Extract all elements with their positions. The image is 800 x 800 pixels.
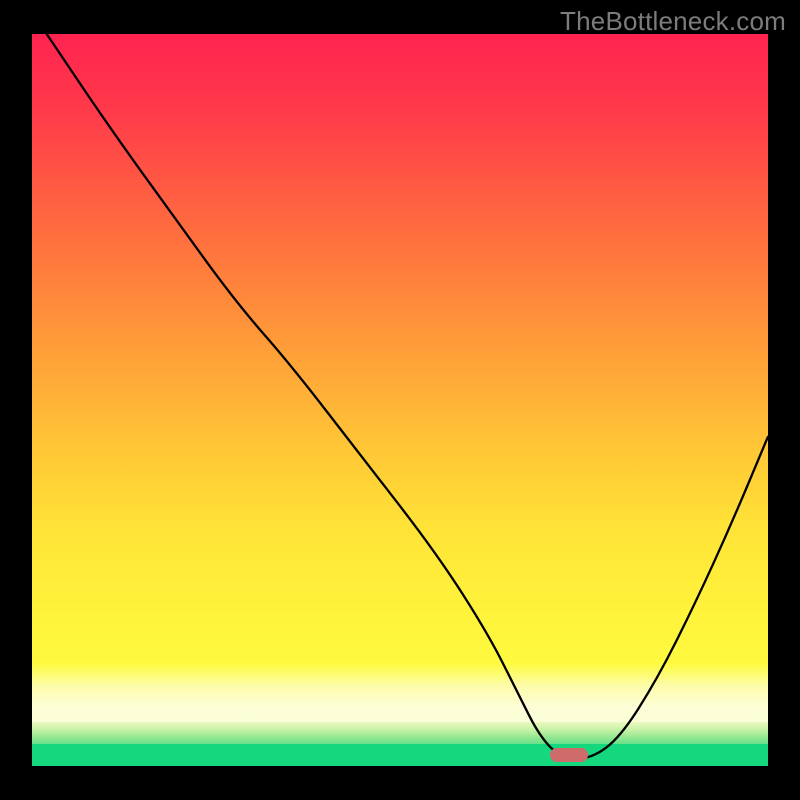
plot-area: [32, 34, 768, 766]
watermark-text: TheBottleneck.com: [560, 6, 786, 37]
bottleneck-curve: [32, 34, 768, 766]
optimal-marker: [550, 748, 588, 762]
chart-root: TheBottleneck.com: [0, 0, 800, 800]
